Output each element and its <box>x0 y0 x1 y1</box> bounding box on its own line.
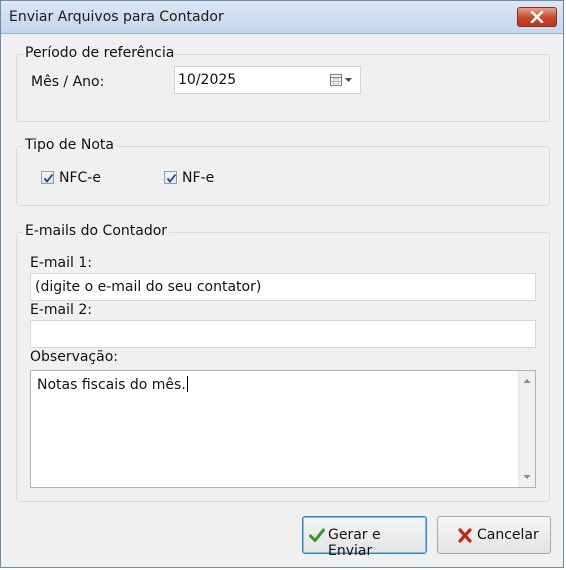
gerar-enviar-label: Gerar e Enviar <box>328 527 381 559</box>
checkmark-icon <box>166 173 177 183</box>
calendar-icon[interactable] <box>329 73 357 87</box>
email1-input[interactable] <box>31 274 535 300</box>
cancelar-label: Cancelar <box>477 527 539 543</box>
scroll-down-arrow-icon[interactable] <box>519 470 535 484</box>
periodo-legend: Período de referência <box>23 45 177 61</box>
dialog-window: Enviar Arquivos para Contador Período de… <box>0 0 564 568</box>
mes-ano-label: Mês / Ano: <box>31 74 105 90</box>
gerar-enviar-button[interactable]: Gerar e Enviar <box>302 516 427 559</box>
mes-ano-value: 10/2025 <box>178 72 237 88</box>
observacao-scrollbar[interactable] <box>518 371 535 487</box>
text-caret <box>186 376 188 392</box>
email1-field[interactable] <box>30 273 536 301</box>
nfce-label[interactable]: NFC-e <box>59 170 101 186</box>
nfce-checkbox[interactable] <box>41 171 54 184</box>
close-icon <box>530 11 544 23</box>
tipo-nota-group: Tipo de Nota NFC-e NF-e <box>16 137 550 206</box>
email2-field[interactable] <box>30 320 536 348</box>
x-icon <box>458 528 472 543</box>
nfe-label[interactable]: NF-e <box>182 170 214 186</box>
emails-legend: E-mails do Contador <box>23 223 170 239</box>
tipo-nota-legend: Tipo de Nota <box>23 137 116 153</box>
observacao-textarea[interactable]: Notas fiscais do mês. <box>30 370 536 488</box>
email1-label: E-mail 1: <box>30 255 92 271</box>
email2-input[interactable] <box>31 321 535 347</box>
cancelar-button[interactable]: Cancelar <box>437 516 551 554</box>
observacao-label: Observação: <box>30 349 118 365</box>
email2-label: E-mail 2: <box>30 302 92 318</box>
mes-ano-date-picker[interactable]: 10/2025 <box>174 66 361 94</box>
scroll-up-arrow-icon[interactable] <box>519 374 535 388</box>
emails-group: E-mails do Contador E-mail 1: E-mail 2: … <box>16 223 550 502</box>
window-title: Enviar Arquivos para Contador <box>9 9 224 25</box>
periodo-group: Período de referência Mês / Ano: 10/2025 <box>16 45 550 122</box>
nfe-checkbox[interactable] <box>164 171 177 184</box>
title-bar[interactable]: Enviar Arquivos para Contador <box>1 1 563 34</box>
close-button[interactable] <box>517 7 557 27</box>
checkmark-icon <box>43 173 54 183</box>
observacao-text: Notas fiscais do mês. <box>37 377 186 393</box>
checkmark-icon <box>309 528 325 542</box>
